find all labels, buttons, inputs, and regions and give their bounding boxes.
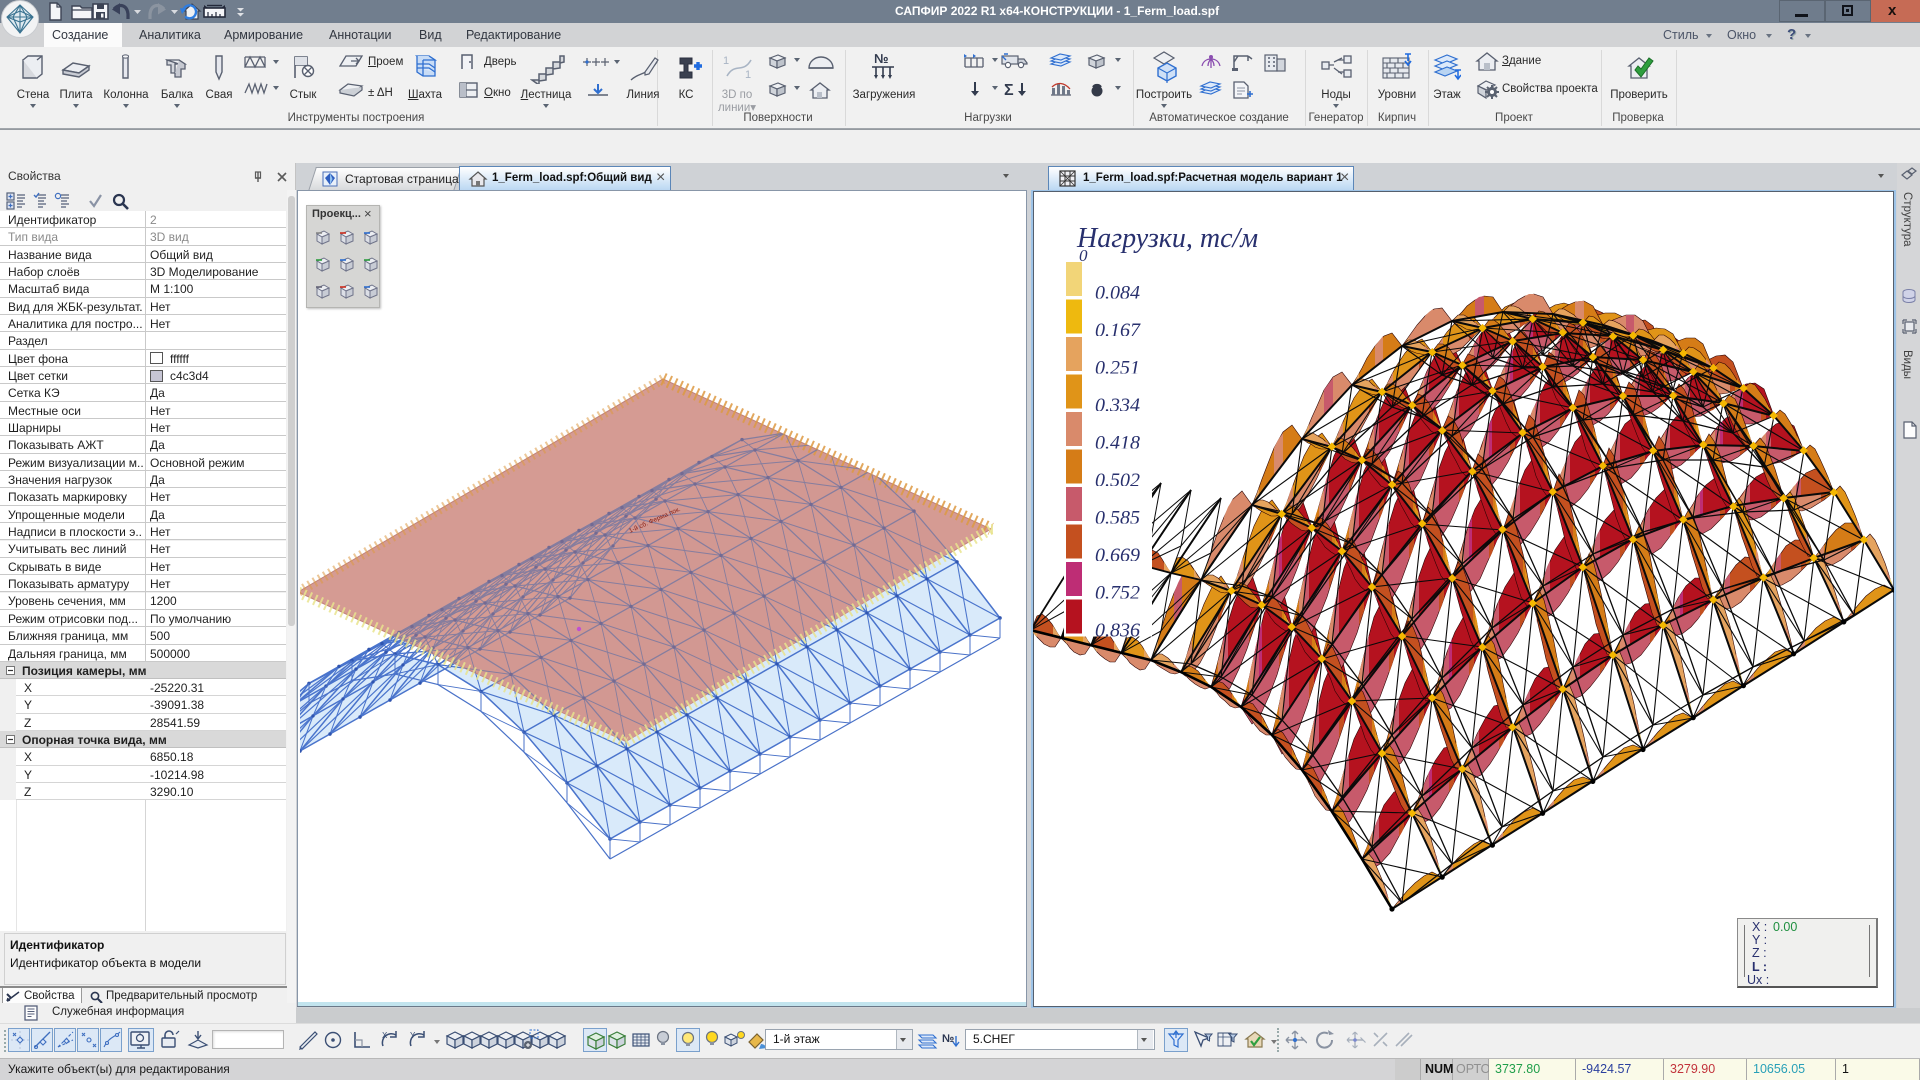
svg-text:Σ: Σ: [1004, 82, 1014, 98]
svg-text:Y: Y: [410, 1031, 416, 1040]
svg-text:№: №: [942, 1033, 954, 1045]
svg-text:№: №: [874, 51, 889, 66]
svg-text:0.836: 0.836: [1095, 620, 1140, 642]
svg-text:1: 1: [745, 69, 751, 81]
svg-text:1: 1: [723, 55, 729, 67]
svg-text:X: X: [382, 1031, 388, 1040]
svg-text:Нагрузки, тс/м: Нагрузки, тс/м: [1076, 223, 1258, 254]
